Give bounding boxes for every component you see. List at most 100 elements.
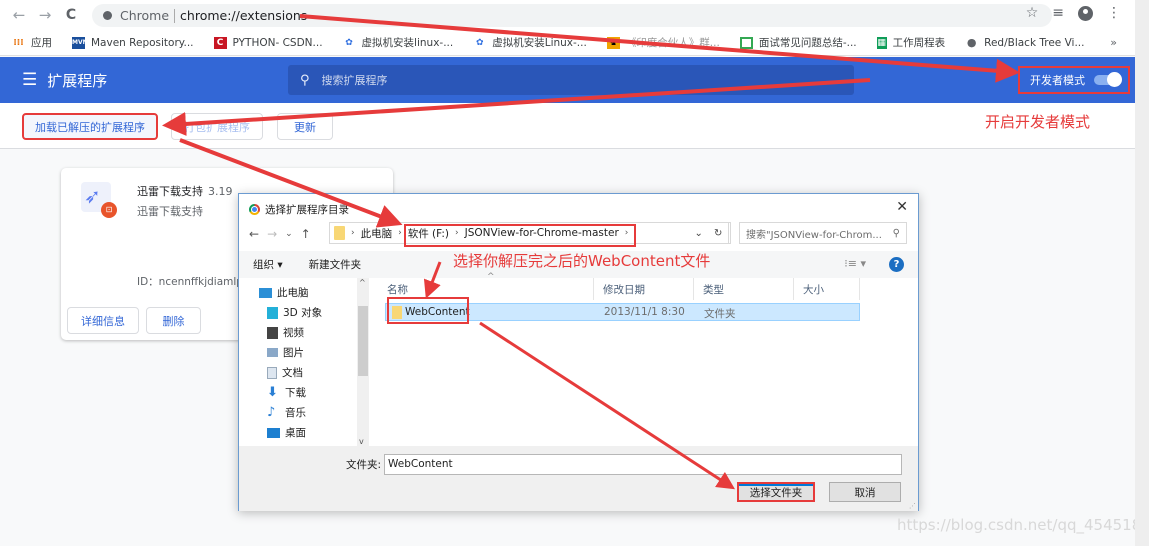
bookmark-item[interactable]: C PYTHON- CSDN...	[213, 36, 323, 49]
bookmark-item[interactable]: ▦ 工作周程表	[876, 35, 946, 50]
scroll-up-icon[interactable]: ^	[359, 278, 366, 287]
dialog-title-bar: 选择扩展程序目录	[249, 202, 349, 217]
column-header-size[interactable]: 大小	[803, 282, 824, 297]
resize-grip-icon[interactable]: ⋰	[909, 502, 916, 510]
bookmark-label: 工作周程表	[892, 37, 946, 49]
bookmark-label: 面试常见问题总结-...	[758, 37, 857, 49]
column-header-modified[interactable]: 修改日期	[603, 282, 645, 297]
forward-button[interactable]: →	[34, 6, 56, 24]
apps-grid-icon: ⁞⁞⁞	[13, 37, 24, 48]
organize-button[interactable]: 组织 ▾	[253, 257, 283, 272]
developer-toolbar: 加载已解压的扩展程序 打包扩展程序 更新 开启开发者模式	[0, 103, 1135, 149]
globe-icon: ●	[966, 35, 977, 49]
back-arrow-icon[interactable]: ←	[249, 227, 259, 241]
green-square-icon	[739, 36, 753, 49]
developer-mode-toggle[interactable]	[1094, 72, 1122, 87]
forward-arrow-icon[interactable]: →	[267, 227, 277, 241]
tree-item-this-pc[interactable]: 此电脑	[259, 285, 309, 300]
column-divider[interactable]	[793, 278, 794, 300]
tree-item-videos[interactable]: 视频	[267, 325, 304, 340]
up-arrow-icon[interactable]: ↑	[301, 227, 311, 241]
bookmark-item[interactable]: MVN Maven Repository...	[72, 36, 194, 49]
developer-mode-label: 开发者模式	[1030, 74, 1085, 87]
reload-button[interactable]: C	[60, 7, 82, 23]
tree-item-documents[interactable]: 文档	[267, 365, 303, 380]
bookmark-label: 虚拟机安装Linux-...	[492, 37, 587, 49]
load-unpacked-button[interactable]: 加载已解压的扩展程序	[22, 113, 158, 140]
badge-icon: ⊡	[101, 202, 117, 218]
details-button[interactable]: 详细信息	[67, 307, 139, 334]
tree-label: 此电脑	[277, 287, 309, 299]
update-button[interactable]: 更新	[277, 113, 333, 140]
bookmarks-bar: ⁞⁞⁞ 应用 MVN Maven Repository... C PYTHON- CS…	[0, 30, 1135, 56]
site-info-icon[interactable]	[103, 11, 112, 20]
more-icon[interactable]: ⋮	[1107, 5, 1121, 21]
bookmark-item[interactable]: ♞ 《印度合伙人》群...	[606, 35, 720, 50]
mvn-icon: MVN	[72, 36, 88, 49]
command-bar: 组织 ▾ 新建文件夹 选择你解压完之后的WebContent文件 ⁝≡ ▾ ?	[239, 251, 918, 278]
scroll-down-icon[interactable]: v	[359, 437, 364, 446]
search-placeholder: 搜索扩展程序	[321, 74, 388, 87]
column-header-name[interactable]: 名称	[387, 282, 408, 297]
view-options-icon[interactable]: ⁝≡ ▾	[844, 257, 866, 270]
cancel-button[interactable]: 取消	[829, 482, 901, 502]
scrollbar-thumb[interactable]	[358, 306, 368, 376]
tree-item-pictures[interactable]: 图片	[267, 345, 304, 360]
baidu-paw-icon: ✿	[345, 37, 353, 48]
extension-name: 迅雷下载支持 3.19	[137, 183, 233, 199]
extension-name-text: 迅雷下载支持	[137, 185, 203, 198]
tree-item-desktop[interactable]: 桌面	[267, 425, 306, 440]
tree-label: 文档	[282, 367, 303, 379]
tree-item-downloads[interactable]: ⬇ 下载	[267, 385, 306, 400]
remove-button[interactable]: 删除	[146, 307, 201, 334]
file-modified: 2013/11/1 8:30	[604, 306, 685, 318]
baidu-paw-icon: ✿	[475, 37, 484, 48]
video-icon	[267, 326, 278, 339]
csdn-icon: C	[213, 36, 227, 49]
help-icon[interactable]: ?	[889, 257, 904, 272]
toolbar-right: ☆ ≡ ⋮	[1026, 5, 1121, 21]
bookmark-item[interactable]: ✿ 虚拟机安装Linux-...	[473, 35, 587, 50]
search-input[interactable]: ⚲ 搜索扩展程序	[288, 65, 854, 95]
tree-item-3d-objects[interactable]: 3D 对象	[267, 305, 322, 320]
breadcrumb-item[interactable]: 此电脑	[361, 226, 393, 241]
address-controls: ⌄ ↻	[689, 222, 729, 244]
column-divider[interactable]	[593, 278, 594, 300]
column-divider[interactable]	[859, 278, 860, 300]
thunder-extension-icon: ➶ ⊡	[81, 182, 117, 218]
new-folder-button[interactable]: 新建文件夹	[309, 257, 362, 272]
bookmark-item[interactable]: ● Red/Black Tree Vi...	[965, 35, 1085, 49]
navigation-scrollbar[interactable]: ^ v	[357, 278, 369, 446]
page-title: 扩展程序	[47, 71, 108, 90]
back-button[interactable]: ←	[8, 6, 30, 24]
address-bar[interactable]: Chrome chrome://extensions	[92, 4, 1052, 27]
extension-version: 3.19	[208, 185, 233, 198]
close-button[interactable]: ✕	[896, 199, 908, 215]
chevron-down-icon[interactable]: ⌄	[695, 228, 703, 239]
annotation-enable-dev-mode: 开启开发者模式	[985, 113, 1091, 131]
bookmark-item[interactable]: ✿ 虚拟机安装linux-...	[343, 35, 453, 50]
column-divider[interactable]	[693, 278, 694, 300]
chevron-right-icon: ›	[351, 228, 355, 238]
star-icon[interactable]: ☆	[1026, 5, 1039, 21]
tree-item-music[interactable]: ♪ 音乐	[267, 405, 306, 420]
hamburger-menu-icon[interactable]: ☰	[22, 70, 37, 90]
omnibox-url[interactable]: chrome://extensions	[180, 8, 307, 23]
search-icon: ⚲	[300, 72, 310, 88]
profile-icon[interactable]	[1078, 5, 1093, 21]
dialog-search-placeholder: 搜索"JSONView-for-Chrom...	[746, 229, 882, 241]
file-row-highlight	[387, 297, 469, 324]
media-icon[interactable]: ≡	[1052, 5, 1064, 21]
pack-extension-button[interactable]: 打包扩展程序	[171, 113, 263, 140]
computer-icon	[259, 287, 272, 298]
column-header-type[interactable]: 类型	[703, 282, 724, 297]
refresh-icon[interactable]: ↻	[714, 228, 722, 239]
desktop-icon	[267, 427, 280, 438]
select-folder-button[interactable]: 选择文件夹	[737, 482, 815, 502]
bookmark-item[interactable]: 面试常见问题总结-...	[739, 35, 857, 50]
folder-name-input[interactable]: WebContent	[384, 454, 902, 475]
dialog-search-input[interactable]: 搜索"JSONView-for-Chrom... ⚲	[739, 222, 907, 244]
bookmarks-overflow-button[interactable]: »	[1110, 36, 1117, 49]
bookmark-item[interactable]: ⁞⁞⁞ 应用	[12, 35, 52, 50]
recent-locations-icon[interactable]: ⌄	[285, 229, 293, 239]
